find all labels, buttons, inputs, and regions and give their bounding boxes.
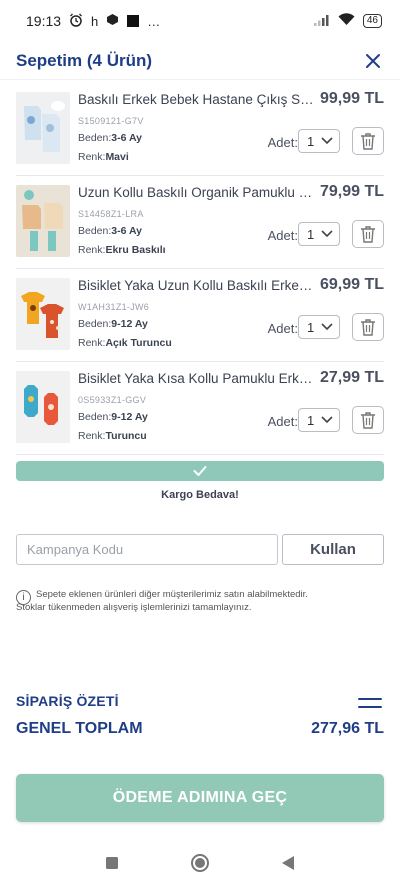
quantity-select[interactable]: 1 — [298, 315, 340, 339]
notification-square-icon — [127, 15, 140, 27]
more-notifications-icon: … — [147, 13, 161, 29]
apply-promo-button[interactable]: Kullan — [282, 534, 384, 565]
checkout-button[interactable]: ÖDEME ADIMINA GEÇ — [16, 774, 384, 822]
box-icon — [106, 13, 119, 29]
info-text-line1: Sepete eklenen ürünleri diğer müşteriler… — [36, 589, 308, 600]
cart-item: Uzun Kollu Baskılı Organik Pamuklu Erkek… — [16, 179, 384, 269]
page-title: Sepetim (4 Ürün) — [16, 50, 153, 70]
chevron-down-icon — [321, 323, 333, 331]
quantity-label: Adet: — [267, 135, 298, 150]
product-price: 27,99 TL — [319, 369, 384, 386]
product-name[interactable]: Bisiklet Yaka Uzun Kollu Baskılı Erkek B… — [78, 278, 314, 293]
quantity-select[interactable]: 1 — [298, 408, 340, 432]
home-circle-icon — [190, 853, 209, 872]
close-button[interactable] — [362, 50, 384, 72]
product-code: 0S5933Z1-GGV — [78, 395, 147, 405]
product-size: Beden:9-12 Ay — [78, 411, 148, 423]
product-name[interactable]: Baskılı Erkek Bebek Hastane Çıkış Seti — [78, 92, 314, 107]
product-image[interactable] — [16, 185, 70, 257]
grand-total-value: 277,96 TL — [311, 720, 384, 737]
recent-apps-button[interactable] — [105, 856, 119, 875]
product-color: Renk:Ekru Baskılı — [78, 244, 166, 256]
info-icon: i — [16, 590, 31, 605]
checkmark-icon — [193, 466, 207, 476]
chevron-down-icon — [321, 230, 333, 238]
stock-info-notice: i Sepete eklenen ürünleri diğer müşteril… — [16, 588, 376, 614]
trash-icon — [361, 412, 375, 429]
chevron-down-icon — [321, 137, 333, 145]
order-summary-title: SİPARİŞ ÖZETİ — [16, 693, 119, 709]
status-bar: 19:13 h … 46 — [0, 0, 400, 42]
quantity-select[interactable]: 1 — [298, 222, 340, 246]
product-image[interactable] — [16, 371, 70, 443]
quantity-value: 1 — [307, 412, 315, 428]
product-price: 69,99 TL — [319, 276, 384, 293]
product-name[interactable]: Bisiklet Yaka Kısa Kollu Pamuklu Erkek B… — [78, 371, 314, 386]
delete-button[interactable] — [352, 220, 384, 248]
cart-item: Baskılı Erkek Bebek Hastane Çıkış Seti 9… — [16, 86, 384, 176]
system-nav-bar — [0, 842, 400, 888]
quantity-label: Adet: — [267, 228, 298, 243]
product-price: 99,99 TL — [319, 90, 384, 107]
product-size: Beden:3-6 Ay — [78, 225, 143, 237]
product-color: Renk:Turuncu — [78, 430, 147, 442]
product-price: 79,99 TL — [319, 183, 384, 200]
promo-code-input[interactable] — [16, 534, 278, 565]
quantity-value: 1 — [307, 226, 315, 242]
trash-icon — [361, 133, 375, 150]
product-size: Beden:9-12 Ay — [78, 318, 148, 330]
quantity-value: 1 — [307, 319, 315, 335]
product-size: Beden:3-6 Ay — [78, 132, 143, 144]
grand-total-label: GENEL TOPLAM — [16, 720, 143, 737]
quantity-label: Adet: — [267, 321, 298, 336]
free-shipping-text: Kargo Bedava! — [161, 489, 239, 501]
delete-button[interactable] — [352, 313, 384, 341]
quantity-value: 1 — [307, 133, 315, 149]
status-extra: h — [91, 13, 99, 29]
square-icon — [106, 856, 119, 869]
product-name[interactable]: Uzun Kollu Baskılı Organik Pamuklu Erkek… — [78, 185, 314, 200]
status-time: 19:13 — [26, 13, 62, 29]
trash-icon — [361, 226, 375, 243]
chevron-down-icon — [321, 416, 333, 424]
back-button[interactable] — [281, 855, 295, 876]
back-triangle-icon — [281, 855, 294, 870]
trash-icon — [361, 319, 375, 336]
product-image[interactable] — [16, 92, 70, 164]
cart-item: Bisiklet Yaka Uzun Kollu Baskılı Erkek B… — [16, 272, 384, 362]
info-text-line2: Stoklar tükenmeden alışveriş işlemlerini… — [16, 602, 252, 613]
delete-button[interactable] — [352, 406, 384, 434]
delete-button[interactable] — [352, 127, 384, 155]
product-code: W1AH31Z1-JW6 — [78, 302, 150, 312]
product-color: Renk:Açık Turuncu — [78, 337, 172, 349]
product-color: Renk:Mavi — [78, 151, 129, 163]
close-icon — [366, 53, 380, 68]
alarm-icon — [69, 13, 83, 30]
cart-header: Sepetim (4 Ürün) — [0, 42, 400, 80]
quantity-label: Adet: — [267, 414, 298, 429]
cart-item: Bisiklet Yaka Kısa Kollu Pamuklu Erkek B… — [16, 365, 384, 455]
free-shipping-progress-bar — [16, 461, 384, 481]
wifi-icon — [338, 13, 355, 29]
product-code: S1509121-G7V — [78, 116, 144, 126]
product-code: S14458Z1-LRA — [78, 209, 144, 219]
signal-icon — [313, 14, 330, 29]
summary-toggle-icon[interactable] — [358, 698, 382, 712]
quantity-select[interactable]: 1 — [298, 129, 340, 153]
home-button[interactable] — [190, 853, 210, 878]
battery-icon: 46 — [362, 14, 382, 28]
product-image[interactable] — [16, 278, 70, 350]
